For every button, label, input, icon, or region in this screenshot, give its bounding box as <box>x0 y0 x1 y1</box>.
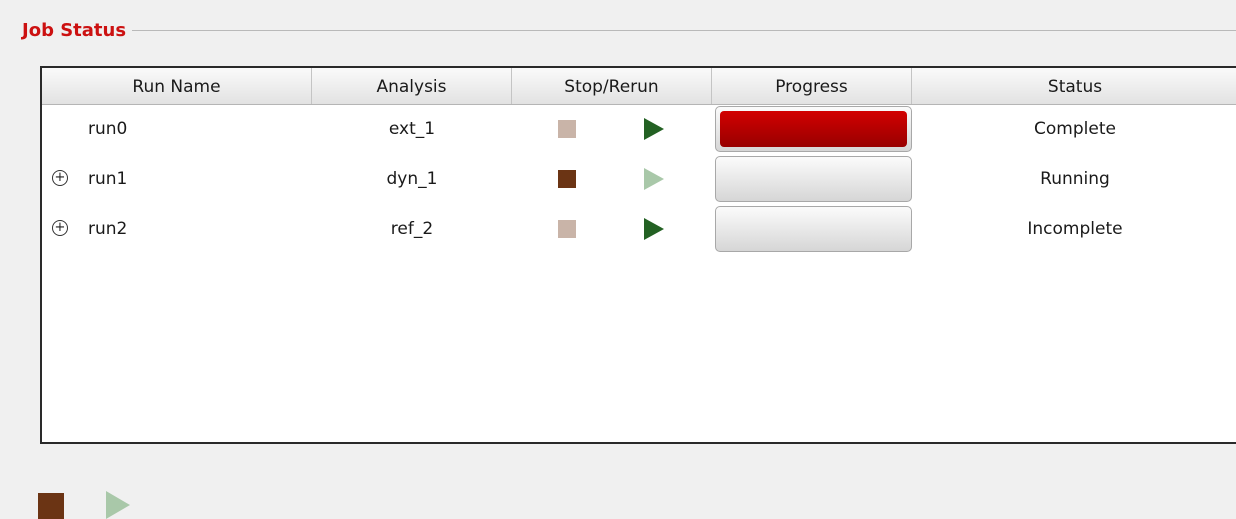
rerun-icon[interactable] <box>644 218 664 240</box>
group-title: Job Status <box>22 20 133 41</box>
group-divider <box>22 30 1236 31</box>
progress-bar <box>715 206 912 252</box>
column-header-progress[interactable]: Progress <box>712 68 912 104</box>
expand-plus-icon[interactable]: + <box>52 220 68 236</box>
rerun-icon[interactable] <box>644 168 664 190</box>
column-header-run-name[interactable]: Run Name <box>42 68 312 104</box>
column-header-status[interactable]: Status <box>912 68 1236 104</box>
table-row[interactable]: + run1 dyn_1 Running <box>42 154 1236 204</box>
analysis-name: ext_1 <box>388 119 436 139</box>
table-row[interactable]: run0 ext_1 Complete <box>42 104 1236 154</box>
stop-icon[interactable] <box>558 120 576 138</box>
run-name: run1 <box>88 169 128 189</box>
status-text: Running <box>1040 169 1110 189</box>
status-text: Complete <box>1034 119 1116 139</box>
job-status-panel: Job Status Run Name Analysis Stop/Rerun … <box>0 0 1236 519</box>
job-table: Run Name Analysis Stop/Rerun Progress St… <box>40 66 1236 444</box>
table-row[interactable]: + run2 ref_2 Incomplete <box>42 204 1236 254</box>
run-name: run2 <box>88 219 128 239</box>
progress-bar <box>715 106 912 152</box>
analysis-name: ref_2 <box>390 219 434 239</box>
progress-bar <box>715 156 912 202</box>
progress-fill <box>720 111 907 147</box>
rerun-icon[interactable] <box>644 118 664 140</box>
run-all-icon[interactable] <box>106 491 130 519</box>
expand-plus-icon[interactable]: + <box>52 170 68 186</box>
stop-icon[interactable] <box>558 170 576 188</box>
stop-icon[interactable] <box>558 220 576 238</box>
analysis-name: dyn_1 <box>386 169 438 189</box>
column-header-analysis[interactable]: Analysis <box>312 68 512 104</box>
column-header-stop-rerun[interactable]: Stop/Rerun <box>512 68 712 104</box>
table-header: Run Name Analysis Stop/Rerun Progress St… <box>42 68 1236 105</box>
run-name: run0 <box>88 119 128 139</box>
status-text: Incomplete <box>1027 219 1123 239</box>
stop-all-icon[interactable] <box>38 493 64 519</box>
